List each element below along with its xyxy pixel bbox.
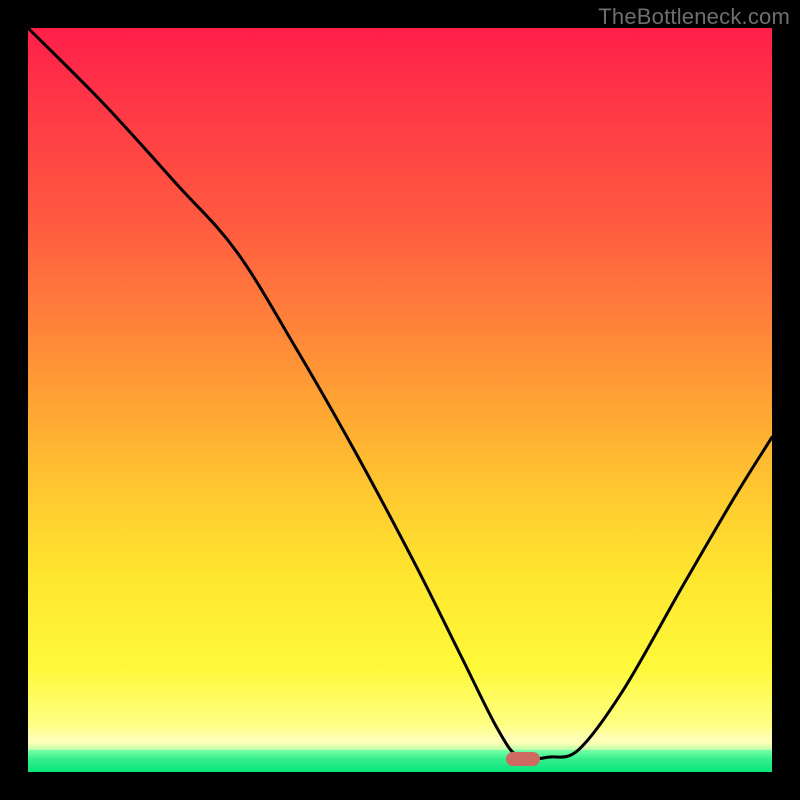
watermark-text: TheBottleneck.com (598, 4, 790, 30)
optimum-marker (506, 752, 540, 766)
chart-frame: TheBottleneck.com (0, 0, 800, 800)
bottleneck-curve (28, 28, 772, 772)
plot-area (28, 28, 772, 772)
